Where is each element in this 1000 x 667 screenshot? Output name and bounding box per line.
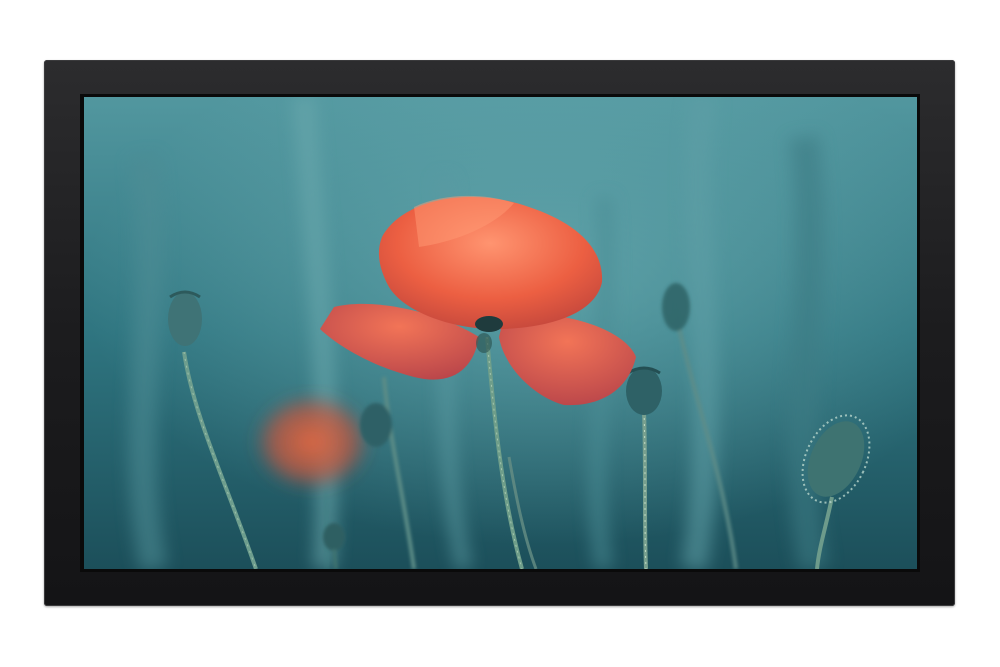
poppy-flower-scene bbox=[84, 97, 917, 569]
screen-image bbox=[84, 97, 917, 569]
display-monitor bbox=[44, 60, 955, 606]
